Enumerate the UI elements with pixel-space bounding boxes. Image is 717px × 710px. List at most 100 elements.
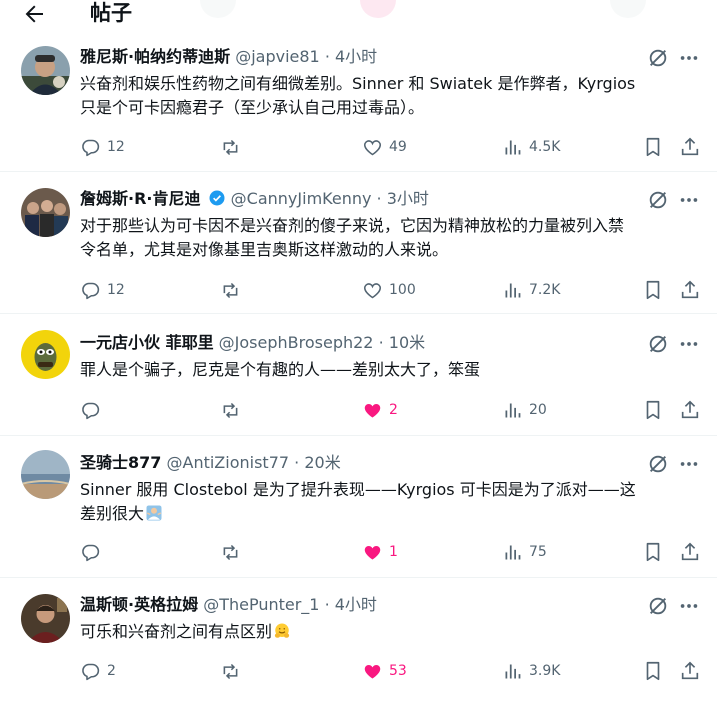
author-handle[interactable]: @japvie81	[235, 47, 320, 66]
post-time[interactable]: 4小时	[335, 595, 377, 614]
repost-button[interactable]	[220, 136, 241, 158]
post-text-line: 可乐和兴奋剂之间有点区别	[80, 620, 692, 644]
author-handle[interactable]: @ThePunter_1	[203, 595, 319, 614]
views-count: 7.2K	[529, 282, 561, 298]
like-icon	[363, 139, 382, 155]
like-icon	[364, 545, 381, 559]
post[interactable]: 雅尼斯·帕纳约蒂迪斯 @japvie81 · 4小时 兴奋剂和娱乐性药物之间有细…	[0, 36, 717, 172]
post[interactable]: 詹姆斯·R·肯尼迪 @CannyJimKenny · 3小时 对于那些认为可卡因…	[0, 178, 717, 314]
like-count: 1	[389, 544, 398, 560]
post-text-line: 差别很大	[80, 502, 692, 526]
author-handle[interactable]: @AntiZionist77	[167, 453, 290, 472]
more-icon[interactable]	[678, 189, 700, 211]
post[interactable]: 温斯顿·英格拉姆 @ThePunter_1 · 4小时 可乐和兴奋剂之间有点区别…	[0, 582, 717, 710]
views-count: 4.5K	[529, 139, 561, 155]
separator-dot: ·	[324, 595, 330, 614]
views-count: 20	[529, 402, 547, 418]
avatar[interactable]	[21, 450, 70, 499]
views-button[interactable]: 4.5K	[502, 136, 560, 158]
post-time[interactable]: 4小时	[335, 47, 377, 66]
reply-button[interactable]: 12	[80, 136, 125, 158]
grok-icon[interactable]	[647, 189, 669, 211]
views-button[interactable]: 7.2K	[502, 279, 560, 301]
more-icon[interactable]	[678, 47, 700, 69]
like-button[interactable]: 49	[362, 136, 407, 158]
avatar[interactable]	[21, 46, 70, 95]
post-meta: 一元店小伙 菲耶里 @JosephBroseph22 · 10米	[80, 332, 425, 354]
views-icon	[505, 403, 521, 417]
reply-button[interactable]	[80, 541, 101, 563]
avatar[interactable]	[21, 330, 70, 379]
author-name[interactable]: 温斯顿·英格拉姆	[80, 595, 198, 614]
like-button[interactable]: 100	[362, 279, 416, 301]
reply-button[interactable]: 2	[80, 660, 116, 682]
bookmark-icon[interactable]	[642, 660, 664, 682]
post-meta: 雅尼斯·帕纳约蒂迪斯 @japvie81 · 4小时	[80, 46, 377, 68]
post-meta: 温斯顿·英格拉姆 @ThePunter_1 · 4小时	[80, 594, 377, 616]
repost-button[interactable]	[220, 660, 241, 682]
separator-dot: ·	[376, 189, 382, 208]
like-button[interactable]: 1	[362, 541, 398, 563]
share-icon[interactable]	[679, 541, 701, 563]
like-count: 100	[389, 282, 416, 298]
author-handle[interactable]: @JosephBroseph22	[219, 333, 374, 352]
like-count: 49	[389, 139, 407, 155]
reply-icon	[82, 282, 100, 299]
separator-dot: ·	[378, 333, 384, 352]
post-text: Sinner 服用 Clostebol 是为了提升表现——Kyrgios 可卡因…	[80, 478, 692, 525]
post[interactable]: 一元店小伙 菲耶里 @JosephBroseph22 · 10米 罪人是个骗子，…	[0, 320, 717, 436]
views-button[interactable]: 3.9K	[502, 660, 560, 682]
views-button[interactable]: 75	[502, 541, 547, 563]
share-icon[interactable]	[679, 279, 701, 301]
person-shrugging-emoji	[146, 505, 162, 520]
post-time[interactable]: 20米	[304, 453, 340, 472]
bookmark-icon[interactable]	[642, 279, 664, 301]
share-icon[interactable]	[679, 399, 701, 421]
more-icon[interactable]	[678, 595, 700, 617]
reply-button[interactable]: 12	[80, 279, 125, 301]
reply-icon	[82, 544, 100, 561]
more-icon[interactable]	[678, 333, 700, 355]
author-name[interactable]: 圣骑士877	[80, 453, 161, 472]
like-icon	[363, 282, 382, 298]
repost-icon	[223, 282, 238, 298]
share-icon[interactable]	[679, 136, 701, 158]
more-icon[interactable]	[678, 453, 700, 475]
views-button[interactable]: 20	[502, 399, 547, 421]
repost-button[interactable]	[220, 541, 241, 563]
reply-icon	[82, 402, 100, 419]
author-name[interactable]: 一元店小伙 菲耶里	[80, 333, 214, 352]
post-time[interactable]: 3小时	[387, 189, 429, 208]
author-handle[interactable]: @CannyJimKenny	[231, 189, 372, 208]
back-arrow-icon[interactable]	[22, 2, 46, 26]
grok-icon[interactable]	[647, 333, 669, 355]
post-text: 罪人是个骗子，尼克是个有趣的人——差别太大了，笨蛋	[80, 358, 692, 382]
bookmark-icon[interactable]	[642, 136, 664, 158]
like-button[interactable]: 53	[362, 660, 407, 682]
grok-icon[interactable]	[647, 453, 669, 475]
views-icon	[505, 545, 521, 559]
repost-button[interactable]	[220, 279, 241, 301]
avatar[interactable]	[21, 594, 70, 643]
post-text: 对于那些认为可卡因不是兴奋剂的傻子来说，它因为精神放松的力量被列入禁 令名单，尤…	[80, 214, 692, 261]
post[interactable]: 圣骑士877 @AntiZionist77 · 20米 Sinner 服用 Cl…	[0, 440, 717, 578]
bookmark-icon[interactable]	[642, 541, 664, 563]
post-time[interactable]: 10米	[389, 333, 425, 352]
separator-dot: ·	[294, 453, 300, 472]
author-name[interactable]: 雅尼斯·帕纳约蒂迪斯	[80, 47, 230, 66]
like-button[interactable]: 2	[362, 399, 398, 421]
grok-icon[interactable]	[647, 47, 669, 69]
post-text-line: 令名单，尤其是对像基里吉奥斯这样激动的人来说。	[80, 239, 449, 259]
repost-icon	[223, 402, 238, 418]
share-icon[interactable]	[679, 660, 701, 682]
reply-button[interactable]	[80, 399, 101, 421]
grok-icon[interactable]	[647, 595, 669, 617]
page-title: 帖子	[90, 1, 132, 25]
reply-icon	[82, 139, 100, 156]
post-text-line: Sinner 服用 Clostebol 是为了提升表现——Kyrgios 可卡因…	[80, 480, 636, 499]
bookmark-icon[interactable]	[642, 399, 664, 421]
avatar[interactable]	[21, 188, 70, 237]
views-count: 75	[529, 544, 547, 560]
author-name[interactable]: 詹姆斯·R·肯尼迪	[80, 189, 200, 208]
repost-button[interactable]	[220, 399, 241, 421]
